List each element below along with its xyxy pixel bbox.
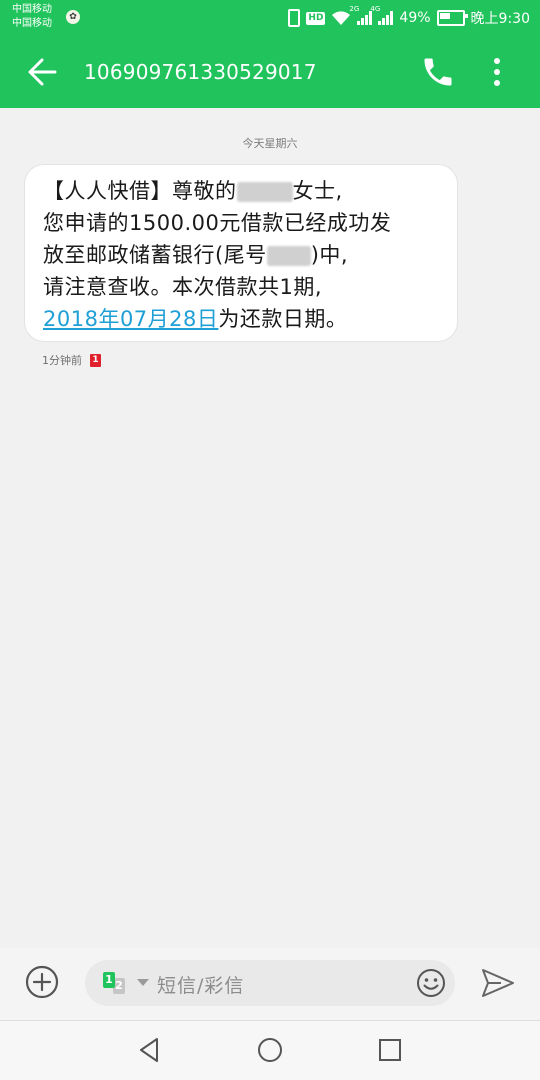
status-bar: 中国移动 中国移动 ✿ HD 2G 4G 49% 晚上9:30 bbox=[0, 0, 540, 36]
app-bar: 106909761330529017 bbox=[0, 36, 540, 108]
add-circle-icon[interactable] bbox=[24, 964, 60, 1000]
message-line-5: 2018年07月28日为还款日期。 bbox=[43, 303, 443, 335]
emoji-icon[interactable] bbox=[415, 967, 447, 999]
battery-icon bbox=[436, 10, 468, 26]
signal-1-icon: 2G bbox=[349, 5, 373, 25]
date-link[interactable]: 2018年07月28日 bbox=[43, 307, 218, 331]
message-line-5-suffix: 为还款日期。 bbox=[218, 307, 348, 331]
more-vertical-icon[interactable] bbox=[484, 54, 510, 90]
carrier-1: 中国移动 bbox=[12, 4, 52, 15]
sms-conversation-screen: 中国移动 中国移动 ✿ HD 2G 4G 49% 晚上9:30 10690976… bbox=[0, 0, 540, 1080]
clock: 晚上9:30 bbox=[470, 11, 530, 27]
message-meta: 1分钟前 1 bbox=[42, 352, 101, 368]
message-line-2: 您申请的1500.00元借款已经成功发 bbox=[43, 211, 392, 235]
signal-2-icon: 4G bbox=[370, 5, 394, 25]
composer-bar: 2 1 短信/彩信 bbox=[0, 948, 540, 1021]
nav-recents-icon[interactable] bbox=[375, 1035, 405, 1065]
status-icons: HD 2G 4G 49% 晚上9:30 bbox=[288, 5, 530, 28]
sim-1-badge: 1 bbox=[90, 353, 101, 367]
message-text: 【人人快借】尊敬的 女士, 您申请的1500.00元借款已经成功发 放至邮政储蓄银… bbox=[43, 175, 443, 335]
redacted-account bbox=[266, 246, 311, 266]
arrow-back-icon[interactable] bbox=[22, 52, 62, 92]
redacted-name bbox=[236, 182, 293, 202]
message-list[interactable]: 今天星期六 【人人快借】尊敬的 女士, 您申请的1500.00元借款已经成功发 放… bbox=[0, 108, 540, 948]
carrier-emblem-icon: ✿ bbox=[66, 10, 80, 24]
message-line-1-suffix: 女士, bbox=[292, 179, 343, 203]
message-line-4: 请注意查收。本次借款共1期, bbox=[43, 275, 323, 299]
message-line-3-prefix: 放至邮政储蓄银行(尾号 bbox=[43, 243, 267, 267]
wifi-icon bbox=[332, 11, 351, 25]
conversation-title: 106909761330529017 bbox=[84, 60, 317, 84]
hd-icon: HD bbox=[306, 11, 326, 25]
navigation-bar bbox=[0, 1021, 540, 1080]
message-line-1-prefix: 【人人快借】尊敬的 bbox=[43, 179, 237, 203]
message-line-3-suffix: )中, bbox=[310, 243, 349, 267]
date-separator: 今天星期六 bbox=[242, 137, 298, 150]
sim-selector[interactable]: 2 1 bbox=[103, 970, 149, 996]
message-line-3: 放至邮政储蓄银行(尾号 )中, bbox=[43, 239, 443, 271]
network-2-label: 4G bbox=[370, 5, 381, 13]
phone-icon[interactable] bbox=[420, 54, 456, 90]
message-input-placeholder[interactable]: 短信/彩信 bbox=[157, 971, 244, 998]
message-time: 1分钟前 bbox=[42, 354, 82, 367]
network-1-label: 2G bbox=[349, 5, 360, 13]
battery-percent: 49% bbox=[399, 10, 431, 26]
chevron-down-icon bbox=[137, 979, 149, 986]
message-line-1: 【人人快借】尊敬的 女士, bbox=[43, 175, 443, 207]
vibrate-icon bbox=[288, 9, 301, 27]
nav-back-icon[interactable] bbox=[135, 1035, 165, 1065]
nav-home-icon[interactable] bbox=[255, 1035, 285, 1065]
carrier-2: 中国移动 bbox=[12, 18, 52, 29]
message-bubble[interactable]: 【人人快借】尊敬的 女士, 您申请的1500.00元借款已经成功发 放至邮政储蓄银… bbox=[24, 164, 458, 342]
sim-1-icon: 1 bbox=[103, 972, 115, 988]
message-input[interactable]: 2 1 短信/彩信 bbox=[85, 960, 455, 1006]
send-icon[interactable] bbox=[480, 966, 516, 1000]
carrier-labels: 中国移动 中国移动 bbox=[12, 3, 52, 31]
